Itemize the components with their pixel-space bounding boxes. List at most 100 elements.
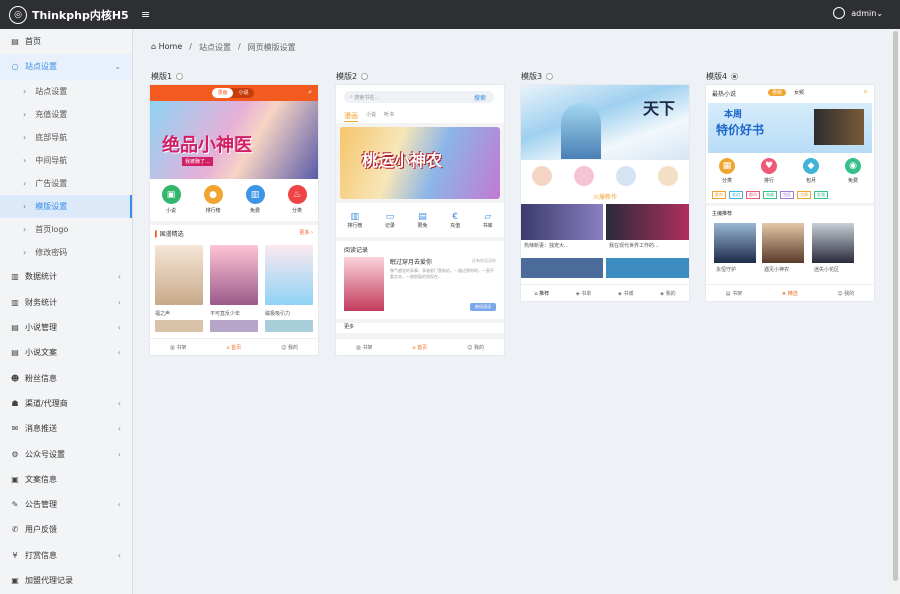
t4-tag[interactable]: 都市 <box>712 191 726 199</box>
t2-book-cover[interactable] <box>344 257 384 311</box>
t3-tab-booklist[interactable]: ◈ 书单 <box>576 290 591 297</box>
t2-nav-free[interactable]: ▤ 限免 <box>417 212 427 229</box>
template-radio[interactable] <box>361 73 369 80</box>
t3-avatar[interactable] <box>658 166 678 186</box>
t2-nav-rank[interactable]: ▥ 排行榜 <box>347 212 362 229</box>
sidebar-item[interactable]: ¥ 打赏信息 ‹ <box>0 543 132 568</box>
sidebar-item[interactable]: ☻ 粉丝信息 <box>0 366 132 391</box>
sidebar-subitem[interactable]: › 修改密码 <box>0 241 132 264</box>
sidebar-item-site-settings[interactable]: ○ 站点设置 ⌄ <box>0 54 132 80</box>
t2-cat-tab[interactable]: 漫画 <box>344 111 358 122</box>
t4-nav-monthly[interactable]: ◆ 包月 <box>803 158 819 187</box>
t4-nav-rank[interactable]: ♥ 排行 <box>761 158 777 187</box>
t1-book-cover[interactable] <box>265 245 313 305</box>
t4-tag[interactable]: 都市 <box>746 191 760 199</box>
sidebar-item[interactable]: ☗ 渠道/代理商 ‹ <box>0 391 132 416</box>
template-radio[interactable] <box>546 73 554 80</box>
t3-book-cover[interactable] <box>521 258 603 278</box>
breadcrumb-level1[interactable]: 站点设置 <box>199 42 231 53</box>
sidebar-subitem[interactable]: › 底部导航 <box>0 126 132 149</box>
sidebar-subitem[interactable]: › 站点设置 <box>0 80 132 103</box>
t1-more-link[interactable]: 更多 › <box>299 229 313 238</box>
t4-tab-shelf[interactable]: ▤ 书架 <box>726 290 742 297</box>
t3-book-cover[interactable] <box>606 204 689 240</box>
t1-tab-me[interactable]: ☺ 我的 <box>281 344 298 351</box>
t3-avatar[interactable] <box>574 166 594 186</box>
t2-tab-shelf[interactable]: ▥ 书架 <box>356 344 372 351</box>
t2-nav-recharge[interactable]: € 充值 <box>450 212 460 229</box>
t4-tag[interactable]: 穿越 <box>763 191 777 199</box>
sidebar-item-home[interactable]: ▤ 首页 <box>0 29 132 54</box>
t4-tag[interactable]: 玄幻 <box>729 191 743 199</box>
user-menu[interactable]: admin ⌄ <box>833 7 883 19</box>
sidebar-subitem[interactable]: › 充值设置 <box>0 103 132 126</box>
t1-book-cover[interactable] <box>155 245 203 305</box>
t2-tab-home[interactable]: ⌂ 首页 <box>412 344 427 351</box>
t4-tag[interactable]: 宫廷 <box>780 191 794 199</box>
t4-nav-category[interactable]: ▦ 分类 <box>719 158 735 187</box>
t4-tab-me[interactable]: ☺ 我的 <box>837 290 854 297</box>
t4-nav-free[interactable]: ◉ 免费 <box>845 158 861 187</box>
t1-tab-home[interactable]: ⌂ 首页 <box>226 344 241 351</box>
t2-search-button[interactable]: 搜索 <box>474 93 486 102</box>
template-option-1[interactable]: 模版1 <box>151 71 184 82</box>
template-option-3[interactable]: 模版3 <box>521 71 554 82</box>
t2-nav-history[interactable]: ▭ 记录 <box>385 212 395 229</box>
t4-book-cover[interactable] <box>812 223 854 263</box>
t4-tag[interactable]: 言情 <box>797 191 811 199</box>
template-4-preview[interactable]: 最热小说 男频 女频 ⌕ 本周 特价好书 ▦ 分类 ♥ 排行 ◆ 包月 ◉ 免费 都市 … <box>706 85 874 301</box>
t4-book-cover[interactable] <box>714 223 756 263</box>
t2-tab-me[interactable]: ☺ 我的 <box>467 344 484 351</box>
sidebar-item[interactable]: ▣ 加盟代理记录 <box>0 568 132 593</box>
sidebar-item[interactable]: ▤ 小说文案 ‹ <box>0 340 132 365</box>
template-3-preview[interactable]: 天下 火爆新作 热辣新妻：独宠大... 我在现代世界工作的... ⌂ 推荐 ◈ … <box>521 85 689 301</box>
scrollbar-thumb[interactable] <box>893 31 898 581</box>
template-2-preview[interactable]: ⌕ 搜索书名... 搜索 漫画 小说 听书 桃运小神农 ▥ 排行榜 ▭ 记录 ▤ 限免 … <box>336 85 504 355</box>
search-icon[interactable]: ⌕ <box>864 87 868 97</box>
sidebar-item[interactable]: ▥ 数据统计 ‹ <box>0 264 132 289</box>
template-radio-selected[interactable] <box>731 73 739 80</box>
sidebar-item[interactable]: ⚙ 公众号设置 ‹ <box>0 441 132 466</box>
sidebar-subitem[interactable]: › 模版设置 <box>0 195 132 219</box>
t2-cat-tab[interactable]: 小说 <box>366 111 376 122</box>
t1-book-cover[interactable] <box>210 245 258 305</box>
t2-search-input[interactable]: ⌕ 搜索书名... 搜索 <box>344 91 494 103</box>
sidebar-item[interactable]: ✉ 消息推送 ‹ <box>0 416 132 441</box>
t4-tab-b[interactable]: 女频 <box>794 89 804 96</box>
template-option-4[interactable]: 模版4 <box>706 71 739 82</box>
t1-book-cover[interactable] <box>265 320 313 332</box>
breadcrumb-home[interactable]: ⌂ Home <box>151 42 182 53</box>
t3-book-cover[interactable] <box>606 258 689 278</box>
t3-tab-recommend[interactable]: ⌂ 推荐 <box>534 290 549 297</box>
sidebar-item[interactable]: ✎ 公告管理 ‹ <box>0 492 132 517</box>
sidebar-item[interactable]: ✆ 用户反馈 <box>0 517 132 542</box>
sidebar-subitem[interactable]: › 首页logo <box>0 218 132 241</box>
t3-book-cover[interactable] <box>521 204 603 240</box>
t3-avatar[interactable] <box>616 166 636 186</box>
t2-nav-library[interactable]: ▱ 书库 <box>483 212 493 229</box>
sidebar-item[interactable]: ▤ 小说管理 ‹ <box>0 315 132 340</box>
t4-book-cover[interactable] <box>762 223 804 263</box>
t3-tab-me[interactable]: ◈ 我的 <box>660 290 675 297</box>
t1-nav-free[interactable]: ▥ 免费 <box>245 185 265 221</box>
t1-nav-rank[interactable]: ● 排行榜 <box>203 185 223 221</box>
sidebar-item[interactable]: ▣ 文案信息 <box>0 467 132 492</box>
t2-continue-button[interactable]: 继续阅读 <box>470 303 496 311</box>
t4-tab-a[interactable]: 男频 <box>768 89 787 96</box>
template-radio[interactable] <box>176 73 184 80</box>
template-option-2[interactable]: 模版2 <box>336 71 369 82</box>
t4-tab-featured[interactable]: ★ 精选 <box>782 290 798 297</box>
t1-tab-shelf[interactable]: ▥ 书架 <box>170 344 186 351</box>
t1-book-cover[interactable] <box>210 320 258 332</box>
sidebar-item[interactable]: ▥ 财务统计 ‹ <box>0 290 132 315</box>
page-scrollbar[interactable] <box>891 29 900 594</box>
t1-book-cover[interactable] <box>155 320 203 332</box>
t3-tab-store[interactable]: ◈ 书城 <box>618 290 633 297</box>
sidebar-subitem[interactable]: › 广告设置 <box>0 172 132 195</box>
t2-cat-tab[interactable]: 听书 <box>384 111 394 122</box>
t3-avatar[interactable] <box>532 166 552 186</box>
t1-nav-category[interactable]: ♨ 分类 <box>287 185 307 221</box>
sidebar-subitem[interactable]: › 中间导航 <box>0 149 132 172</box>
t4-tag[interactable]: 女强 <box>814 191 828 199</box>
menu-toggle-icon[interactable]: ≡ <box>141 8 150 21</box>
